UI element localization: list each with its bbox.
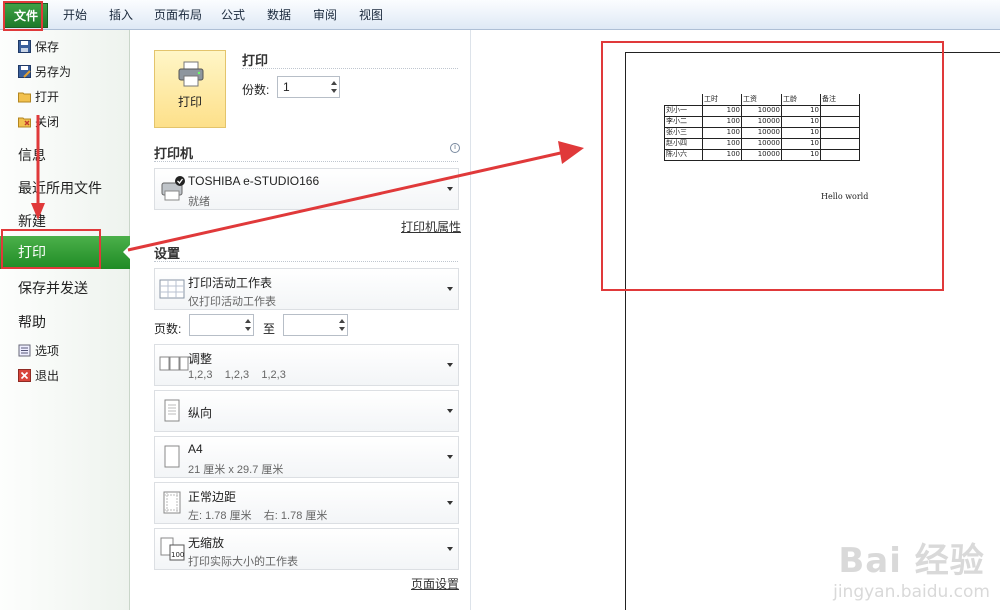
settings-divider xyxy=(154,261,458,262)
scaling-sub: 打印实际大小的工作表 xyxy=(188,556,298,568)
paper-icon xyxy=(159,443,185,471)
watermark-brand: Bai 经验 xyxy=(838,541,985,581)
print-scope-main: 打印活动工作表 xyxy=(188,276,273,290)
settings-section-title: 设置 xyxy=(154,246,181,261)
nav-save[interactable]: 保存 xyxy=(18,36,59,56)
dropdown-arrow-icon xyxy=(447,547,453,551)
margins-dropdown[interactable]: 正常边距 左: 1.78 厘米 右: 1.78 厘米 xyxy=(154,482,459,524)
annotation-box-file-tab xyxy=(3,1,43,31)
dropdown-arrow-icon xyxy=(447,363,453,367)
pages-to-stepper[interactable] xyxy=(283,314,348,336)
copies-stepper[interactable]: 1 xyxy=(277,76,340,98)
info-icon[interactable]: i xyxy=(450,143,460,153)
nav-save-send[interactable]: 保存并发送 xyxy=(18,278,88,298)
no-scaling-icon: 100 xyxy=(159,535,185,563)
nav-help[interactable]: 帮助 xyxy=(18,312,46,332)
dropdown-arrow-icon xyxy=(447,409,453,413)
baidu-watermark: Bai 经验 jingyan.baidu.com xyxy=(833,533,990,602)
pages-label: 页数: xyxy=(154,322,182,336)
scaling-dropdown[interactable]: 100 无缩放 打印实际大小的工作表 xyxy=(154,528,459,570)
floppy-disk-icon xyxy=(18,39,31,53)
tab-formulas[interactable]: 公式 xyxy=(216,0,250,30)
page-setup-link[interactable]: 页面设置 xyxy=(411,575,459,592)
nav-recent[interactable]: 最近所用文件 xyxy=(18,178,102,198)
annotation-box-print xyxy=(1,229,101,269)
tab-page-layout[interactable]: 页面布局 xyxy=(148,0,208,30)
sheet-grid-icon xyxy=(159,275,185,303)
nav-exit[interactable]: 退出 xyxy=(18,365,59,385)
print-button[interactable]: 打印 xyxy=(154,50,226,128)
pages-from-stepper[interactable] xyxy=(189,314,254,336)
copies-down-arrow-icon[interactable] xyxy=(331,89,337,93)
copies-label: 份数: xyxy=(242,83,270,97)
watermark-url: jingyan.baidu.com xyxy=(833,582,990,602)
print-title: 打印 xyxy=(242,53,269,68)
collate-main: 调整 xyxy=(188,352,213,366)
print-title-divider xyxy=(242,68,458,69)
nav-new[interactable]: 新建 xyxy=(18,211,46,231)
pages-to-label: 至 xyxy=(263,322,276,336)
exit-icon xyxy=(18,368,31,382)
tab-review[interactable]: 审阅 xyxy=(308,0,342,30)
collate-icon xyxy=(159,351,189,379)
copies-up-arrow-icon[interactable] xyxy=(331,81,337,85)
nav-save-as-label: 另存为 xyxy=(35,64,72,79)
nav-close-label: 关闭 xyxy=(35,114,60,129)
nav-options[interactable]: 选项 xyxy=(18,340,59,360)
print-scope-sub: 仅打印活动工作表 xyxy=(188,296,276,308)
nav-exit-label: 退出 xyxy=(35,368,60,383)
printer-divider xyxy=(154,161,458,162)
margins-icon xyxy=(159,489,185,517)
pages-from-up-arrow-icon[interactable] xyxy=(245,319,251,323)
dropdown-arrow-icon xyxy=(447,287,453,291)
save-as-icon xyxy=(18,64,31,78)
tab-home[interactable]: 开始 xyxy=(56,0,94,30)
paper-size-sub: 21 厘米 x 29.7 厘米 xyxy=(188,464,284,476)
orientation-dropdown[interactable]: 纵向 xyxy=(154,390,459,432)
printer-name: TOSHIBA e-STUDIO166 xyxy=(188,174,320,188)
printer-device-icon xyxy=(159,175,185,203)
printer-properties-link[interactable]: 打印机属性 xyxy=(401,218,461,235)
paper-size-dropdown[interactable]: A4 21 厘米 x 29.7 厘米 xyxy=(154,436,459,478)
open-folder-icon xyxy=(18,90,31,103)
tab-data[interactable]: 数据 xyxy=(262,0,296,30)
nav-options-label: 选项 xyxy=(35,343,60,358)
pages-to-up-arrow-icon[interactable] xyxy=(339,319,345,323)
ribbon-tab-bar: 文件 开始 插入 页面布局 公式 数据 审阅 视图 xyxy=(0,0,1000,30)
annotation-box-preview xyxy=(601,41,944,291)
print-button-label: 打印 xyxy=(177,95,202,109)
dropdown-arrow-icon xyxy=(447,187,453,191)
backstage-nav: 保存 另存为 打开 关闭 信息 最近所用文件 新建 打印 保存并发送 帮助 选项… xyxy=(0,30,131,610)
margins-sub: 左: 1.78 厘米 右: 1.78 厘米 xyxy=(188,510,328,522)
dropdown-arrow-icon xyxy=(447,501,453,505)
nav-close[interactable]: 关闭 xyxy=(18,111,59,131)
pages-from-down-arrow-icon[interactable] xyxy=(245,327,251,331)
scaling-main: 无缩放 xyxy=(188,536,225,550)
tab-view[interactable]: 视图 xyxy=(354,0,388,30)
print-scope-dropdown[interactable]: 打印活动工作表 仅打印活动工作表 xyxy=(154,268,459,310)
portrait-page-icon xyxy=(159,397,185,425)
pages-to-down-arrow-icon[interactable] xyxy=(339,327,345,331)
printer-section-title: 打印机 xyxy=(154,146,194,161)
nav-info[interactable]: 信息 xyxy=(18,145,46,165)
collate-dropdown[interactable]: 调整 1,2,3 1,2,3 1,2,3 xyxy=(154,344,459,386)
nav-save-label: 保存 xyxy=(35,39,60,54)
close-folder-icon xyxy=(18,115,31,128)
printer-icon xyxy=(178,61,204,90)
nav-open[interactable]: 打开 xyxy=(18,86,59,106)
copies-value: 1 xyxy=(283,80,290,94)
printer-status: 就绪 xyxy=(188,196,210,208)
nav-open-label: 打开 xyxy=(35,89,60,104)
orientation-label: 纵向 xyxy=(188,406,213,420)
collate-sub: 1,2,3 1,2,3 1,2,3 xyxy=(188,369,286,381)
options-icon xyxy=(18,344,31,357)
dropdown-arrow-icon xyxy=(447,455,453,459)
tab-insert[interactable]: 插入 xyxy=(102,0,140,30)
nav-save-as[interactable]: 另存为 xyxy=(18,61,71,81)
margins-main: 正常边距 xyxy=(188,490,237,504)
printer-dropdown[interactable]: TOSHIBA e-STUDIO166 就绪 xyxy=(154,168,459,210)
svg-text:100: 100 xyxy=(171,551,184,559)
paper-size-main: A4 xyxy=(188,442,203,456)
